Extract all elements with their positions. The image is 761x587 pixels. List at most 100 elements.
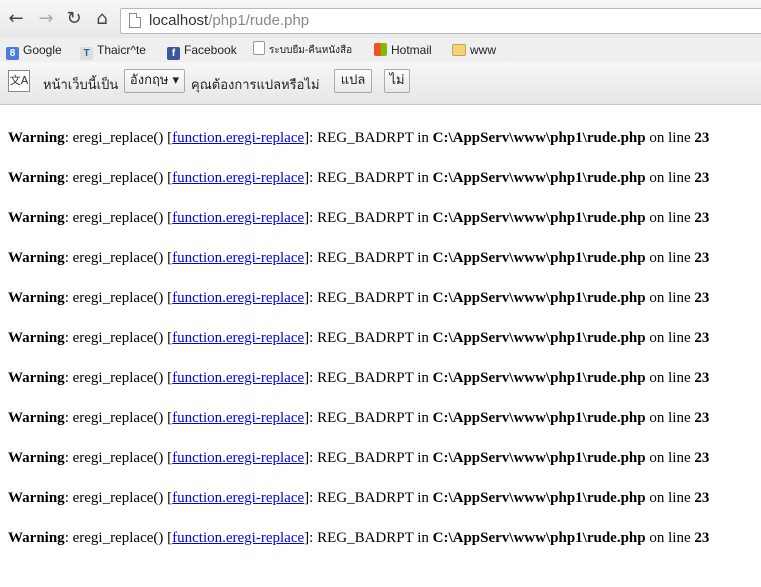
- translate-button[interactable]: แปล: [334, 69, 372, 93]
- warning-file-path: C:\AppServ\www\php1\rude.php: [432, 130, 646, 146]
- navigation-bar: ← → ↻ ⌂ localhost/php1/rude.php: [0, 0, 761, 38]
- warning-label: Warning: [8, 170, 65, 186]
- warning-label: Warning: [8, 370, 65, 386]
- language-select[interactable]: อังกฤษ ▾: [124, 69, 185, 93]
- warning-message: Warning: eregi_replace() [function.eregi…: [8, 450, 710, 466]
- warning-line-number: 23: [694, 250, 710, 266]
- warning-doc-link[interactable]: function.eregi-replace: [172, 210, 304, 226]
- warning-message-text: REG_BADRPT in: [317, 290, 429, 306]
- warning-message-text: REG_BADRPT in: [317, 450, 429, 466]
- warning-file-path: C:\AppServ\www\php1\rude.php: [432, 290, 646, 306]
- warning-doc-link[interactable]: function.eregi-replace: [172, 450, 304, 466]
- bookmark-library[interactable]: ระบบยืม-คืนหนังสือ: [253, 41, 352, 59]
- warning-file-path: C:\AppServ\www\php1\rude.php: [432, 370, 646, 386]
- warning-line-prefix: on line: [649, 250, 691, 266]
- warning-label: Warning: [8, 530, 65, 546]
- warning-file-path: C:\AppServ\www\php1\rude.php: [432, 210, 646, 226]
- warning-line-number: 23: [694, 170, 710, 186]
- warning-function: eregi_replace(): [72, 290, 164, 306]
- warning-line-prefix: on line: [649, 490, 691, 506]
- warning-label: Warning: [8, 490, 65, 506]
- warning-message: Warning: eregi_replace() [function.eregi…: [8, 490, 710, 506]
- warning-message: Warning: eregi_replace() [function.eregi…: [8, 330, 710, 346]
- warning-function: eregi_replace(): [72, 210, 164, 226]
- warning-label: Warning: [8, 250, 65, 266]
- warning-doc-link[interactable]: function.eregi-replace: [172, 170, 304, 186]
- bookmark-folder-www[interactable]: www: [452, 41, 496, 59]
- warning-file-path: C:\AppServ\www\php1\rude.php: [432, 450, 646, 466]
- warning-function: eregi_replace(): [72, 170, 164, 186]
- warning-message-text: REG_BADRPT in: [317, 370, 429, 386]
- address-bar[interactable]: localhost/php1/rude.php: [120, 8, 761, 34]
- warning-file-path: C:\AppServ\www\php1\rude.php: [432, 410, 646, 426]
- address-url[interactable]: localhost/php1/rude.php: [149, 12, 309, 29]
- warning-function: eregi_replace(): [72, 330, 164, 346]
- bookmark-google[interactable]: 8 Google: [6, 41, 62, 60]
- warning-line-number: 23: [694, 410, 710, 426]
- translate-icon: 文A: [8, 70, 30, 92]
- bookmark-facebook[interactable]: f Facebook: [167, 41, 237, 60]
- warning-function: eregi_replace(): [72, 250, 164, 266]
- warning-file-path: C:\AppServ\www\php1\rude.php: [432, 250, 646, 266]
- bookmarks-bar: 8 Google T Thaicr^te f Facebook ระบบยืม-คืน…: [0, 38, 761, 62]
- warning-line-prefix: on line: [649, 210, 691, 226]
- warning-label: Warning: [8, 290, 65, 306]
- warning-message: Warning: eregi_replace() [function.eregi…: [8, 290, 710, 306]
- warning-line-prefix: on line: [649, 450, 691, 466]
- warning-line-number: 23: [694, 330, 710, 346]
- warning-label: Warning: [8, 410, 65, 426]
- warning-message-text: REG_BADRPT in: [317, 490, 429, 506]
- warning-line-prefix: on line: [649, 370, 691, 386]
- warning-doc-link[interactable]: function.eregi-replace: [172, 370, 304, 386]
- warning-doc-link[interactable]: function.eregi-replace: [172, 250, 304, 266]
- warning-function: eregi_replace(): [72, 130, 164, 146]
- warning-line-number: 23: [694, 210, 710, 226]
- warning-message: Warning: eregi_replace() [function.eregi…: [8, 530, 710, 546]
- warning-message: Warning: eregi_replace() [function.eregi…: [8, 250, 710, 266]
- translate-infobar: 文A หน้าเว็บนี้เป็น อังกฤษ ▾ คุณต้องการแป…: [0, 62, 761, 105]
- warning-line-number: 23: [694, 530, 710, 546]
- warning-message-text: REG_BADRPT in: [317, 530, 429, 546]
- warning-line-prefix: on line: [649, 170, 691, 186]
- warning-message: Warning: eregi_replace() [function.eregi…: [8, 210, 710, 226]
- warning-doc-link[interactable]: function.eregi-replace: [172, 330, 304, 346]
- dropdown-arrow-icon: ▾: [172, 73, 180, 88]
- warning-doc-link[interactable]: function.eregi-replace: [172, 290, 304, 306]
- warning-message: Warning: eregi_replace() [function.eregi…: [8, 170, 710, 186]
- back-arrow-icon[interactable]: ←: [6, 9, 26, 29]
- warning-message: Warning: eregi_replace() [function.eregi…: [8, 130, 710, 146]
- warning-line-prefix: on line: [649, 530, 691, 546]
- warning-file-path: C:\AppServ\www\php1\rude.php: [432, 170, 646, 186]
- page-content: Warning: eregi_replace() [function.eregi…: [0, 108, 761, 587]
- warning-message: Warning: eregi_replace() [function.eregi…: [8, 410, 710, 426]
- warning-message-text: REG_BADRPT in: [317, 130, 429, 146]
- windows-icon: [374, 43, 387, 56]
- warning-doc-link[interactable]: function.eregi-replace: [172, 530, 304, 546]
- thaicreate-icon: T: [80, 47, 93, 60]
- warning-line-prefix: on line: [649, 410, 691, 426]
- warning-doc-link[interactable]: function.eregi-replace: [172, 490, 304, 506]
- reload-icon[interactable]: ↻: [64, 9, 84, 29]
- warning-function: eregi_replace(): [72, 410, 164, 426]
- warning-doc-link[interactable]: function.eregi-replace: [172, 410, 304, 426]
- bookmark-thaicreate[interactable]: T Thaicr^te: [80, 41, 146, 60]
- decline-button[interactable]: ไม่: [384, 69, 410, 93]
- warning-label: Warning: [8, 450, 65, 466]
- warning-line-number: 23: [694, 130, 710, 146]
- warning-file-path: C:\AppServ\www\php1\rude.php: [432, 490, 646, 506]
- warning-line-number: 23: [694, 490, 710, 506]
- warning-message-text: REG_BADRPT in: [317, 170, 429, 186]
- warning-function: eregi_replace(): [72, 450, 164, 466]
- google-icon: 8: [6, 47, 19, 60]
- forward-arrow-icon[interactable]: →: [36, 9, 56, 29]
- warning-line-number: 23: [694, 370, 710, 386]
- bookmark-hotmail[interactable]: Hotmail: [374, 41, 432, 59]
- warning-function: eregi_replace(): [72, 490, 164, 506]
- warning-message: Warning: eregi_replace() [function.eregi…: [8, 370, 710, 386]
- warning-doc-link[interactable]: function.eregi-replace: [172, 130, 304, 146]
- facebook-icon: f: [167, 47, 180, 60]
- home-icon[interactable]: ⌂: [92, 9, 112, 29]
- warning-message-text: REG_BADRPT in: [317, 210, 429, 226]
- page-icon: [129, 13, 141, 28]
- warning-message-text: REG_BADRPT in: [317, 410, 429, 426]
